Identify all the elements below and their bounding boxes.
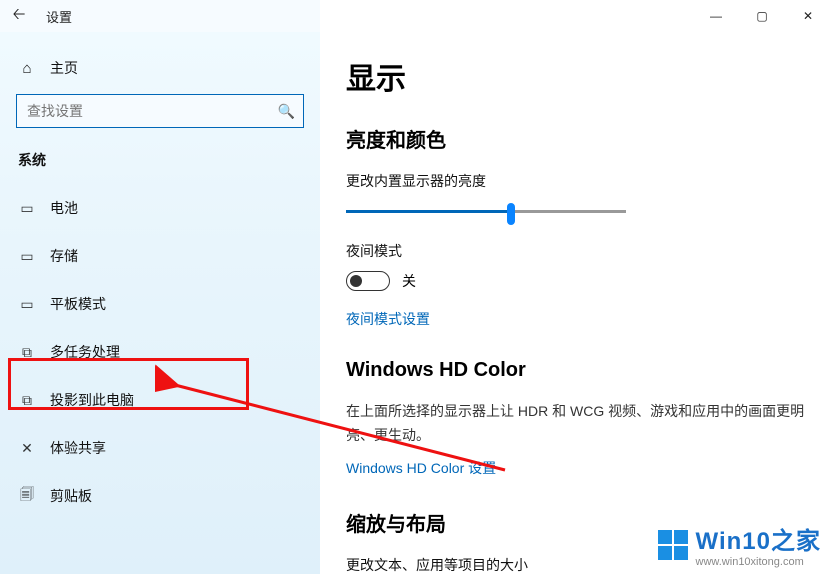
sidebar-home[interactable]: ⌂ 主页 xyxy=(0,50,320,94)
project-icon: ⧉ xyxy=(18,392,36,409)
content-pane: 显示 亮度和颜色 更改内置显示器的亮度 夜间模式 关 夜间模式设置 Window… xyxy=(320,32,831,574)
section-scale: 缩放与布局 xyxy=(346,508,805,537)
battery-icon: ▭ xyxy=(18,200,36,217)
toggle-knob xyxy=(350,275,362,287)
multitask-icon: ⧉ xyxy=(18,344,36,361)
app-title: 设置 xyxy=(46,7,72,26)
scale-label: 更改文本、应用等项目的大小 xyxy=(346,555,805,574)
section-hdcolor: Windows HD Color xyxy=(346,359,805,382)
brightness-label: 更改内置显示器的亮度 xyxy=(346,171,805,191)
titlebar: 🡠 设置 ― ▢ ✕ xyxy=(0,0,831,32)
search-icon: 🔍 xyxy=(278,103,295,120)
sidebar-item-storage[interactable]: ▭ 存储 xyxy=(0,232,320,280)
tablet-icon: ▭ xyxy=(18,296,36,313)
hdcolor-desc: 在上面所选择的显示器上让 HDR 和 WCG 视频、游戏和应用中的画面更明亮、更… xyxy=(346,400,805,448)
sidebar-section-label: 系统 xyxy=(0,150,320,184)
sidebar-item-label: 投影到此电脑 xyxy=(50,390,134,410)
sidebar-item-clipboard[interactable]: 🗐 剪贴板 xyxy=(0,472,320,520)
sidebar-item-tablet[interactable]: ▭ 平板模式 xyxy=(0,280,320,328)
share-icon: ✕ xyxy=(18,440,36,457)
brightness-slider[interactable] xyxy=(346,201,626,221)
toggle-state: 关 xyxy=(402,271,416,291)
nightmode-label: 夜间模式 xyxy=(346,241,805,261)
section-brightness: 亮度和颜色 xyxy=(346,124,805,153)
minimize-button[interactable]: ― xyxy=(693,0,739,32)
nightmode-toggle[interactable] xyxy=(346,271,390,291)
page-title: 显示 xyxy=(346,54,805,98)
search-input[interactable] xyxy=(27,103,278,119)
maximize-button[interactable]: ▢ xyxy=(739,0,785,32)
sidebar-item-project[interactable]: ⧉ 投影到此电脑 xyxy=(0,376,320,424)
sidebar: ⌂ 主页 🔍 系统 ▭ 电池 ▭ 存储 ▭ 平板模式 xyxy=(0,32,320,574)
sidebar-item-label: 体验共享 xyxy=(50,438,106,458)
sidebar-item-label: 电池 xyxy=(50,198,78,218)
sidebar-item-battery[interactable]: ▭ 电池 xyxy=(0,184,320,232)
hdcolor-settings-link[interactable]: Windows HD Color 设置 xyxy=(346,458,805,478)
home-icon: ⌂ xyxy=(18,60,36,77)
close-button[interactable]: ✕ xyxy=(785,0,831,32)
slider-thumb[interactable] xyxy=(507,203,515,225)
sidebar-item-label: 剪贴板 xyxy=(50,486,92,506)
sidebar-home-label: 主页 xyxy=(50,58,78,78)
sidebar-nav: ▭ 电池 ▭ 存储 ▭ 平板模式 ⧉ 多任务处理 ⧉ 投影到此电脑 xyxy=(0,184,320,520)
sidebar-item-label: 平板模式 xyxy=(50,294,106,314)
clipboard-icon: 🗐 xyxy=(18,484,36,508)
back-button[interactable]: 🡠 xyxy=(0,3,30,30)
sidebar-item-label: 多任务处理 xyxy=(50,342,120,362)
nightmode-settings-link[interactable]: 夜间模式设置 xyxy=(346,309,805,329)
sidebar-item-share[interactable]: ✕ 体验共享 xyxy=(0,424,320,472)
sidebar-item-multitask[interactable]: ⧉ 多任务处理 xyxy=(0,328,320,376)
sidebar-item-label: 存储 xyxy=(50,246,78,266)
search-box[interactable]: 🔍 xyxy=(16,94,304,128)
storage-icon: ▭ xyxy=(18,248,36,265)
slider-fill xyxy=(346,210,511,213)
